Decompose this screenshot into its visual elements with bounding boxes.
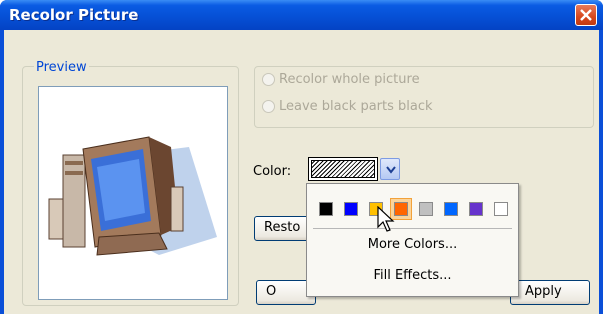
- swatch-blue[interactable]: [340, 198, 362, 220]
- color-label: Color:: [253, 164, 292, 179]
- swatch-white[interactable]: [490, 198, 512, 220]
- swatch-chip: [494, 202, 508, 216]
- recolor-whole-option[interactable]: Recolor whole picture: [262, 72, 420, 87]
- swatch-gray[interactable]: [415, 198, 437, 220]
- recolor-whole-radio[interactable]: [262, 73, 275, 86]
- swatch-chip: [469, 202, 483, 216]
- preview-image-box: [38, 86, 228, 300]
- swatch-chip: [394, 202, 408, 216]
- swatch-chip: [419, 202, 433, 216]
- swatch-chip: [344, 202, 358, 216]
- leave-black-option[interactable]: Leave black parts black: [262, 99, 433, 114]
- restore-button-label: Resto: [264, 220, 301, 235]
- title-bar[interactable]: Recolor Picture: [0, 0, 603, 30]
- swatch-black[interactable]: [315, 198, 337, 220]
- swatch-chip: [444, 202, 458, 216]
- current-color-swatch: [311, 160, 375, 178]
- recolor-whole-label: Recolor whole picture: [279, 72, 420, 87]
- chevron-down-icon: [386, 166, 396, 174]
- swatch-dodger-blue[interactable]: [440, 198, 462, 220]
- computer-clipart-image: [48, 136, 217, 256]
- restore-button[interactable]: Resto: [254, 216, 314, 241]
- menu-separator: [313, 228, 512, 229]
- leave-black-label: Leave black parts black: [279, 99, 433, 114]
- swatch-purple[interactable]: [465, 198, 487, 220]
- apply-button-label: Apply: [525, 284, 562, 299]
- color-dropdown-menu: More Colors... Fill Effects...: [306, 183, 519, 297]
- close-button[interactable]: [575, 4, 597, 26]
- close-icon: [580, 9, 592, 21]
- swatch-chip: [319, 202, 333, 216]
- preview-legend: Preview: [34, 60, 89, 75]
- more-colors-item[interactable]: More Colors...: [307, 237, 518, 252]
- mouse-pointer-icon: [377, 206, 395, 232]
- color-swatch-row: [315, 198, 515, 220]
- leave-black-radio[interactable]: [262, 100, 275, 113]
- dialog-title: Recolor Picture: [9, 6, 139, 24]
- color-dropdown-button[interactable]: [380, 158, 400, 180]
- apply-button[interactable]: Apply: [510, 280, 590, 305]
- color-picker-button[interactable]: [308, 157, 378, 181]
- ok-button-label: O: [266, 284, 277, 299]
- fill-effects-item[interactable]: Fill Effects...: [307, 268, 518, 283]
